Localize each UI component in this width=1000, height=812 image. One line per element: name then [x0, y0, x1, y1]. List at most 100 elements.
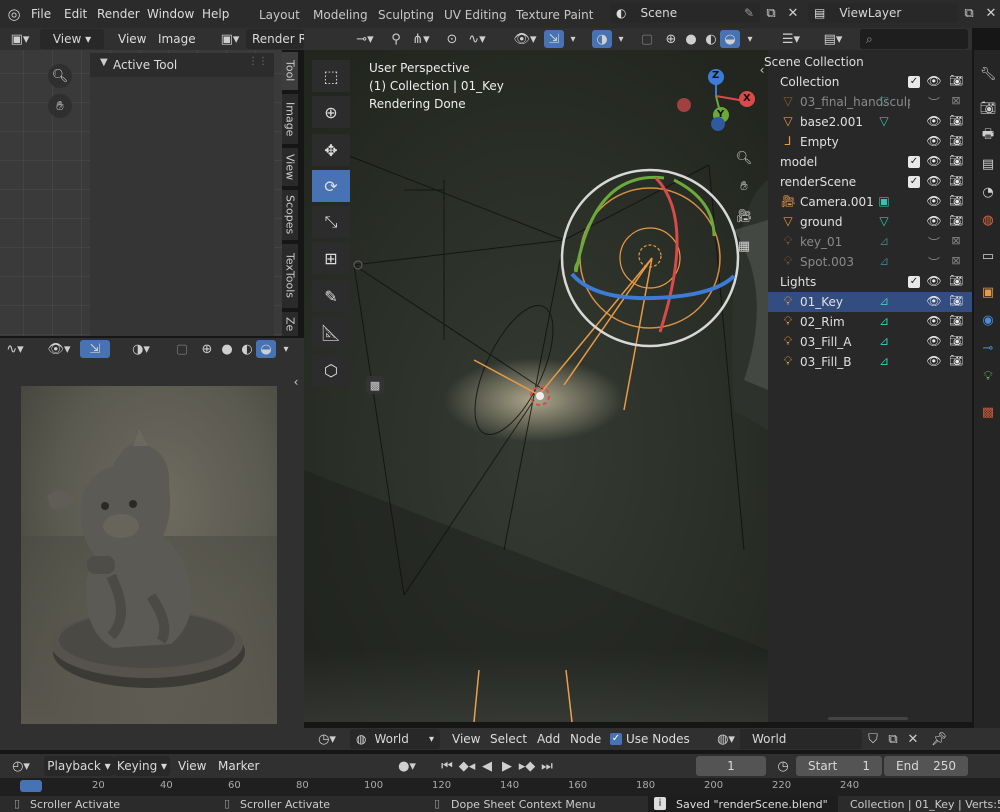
overlay-icon[interactable]: ◑▾ [126, 340, 156, 358]
outliner-row-03-fill-a[interactable]: 💡︎ 03_Fill_A ⊿ 👁︎ 📷︎ [768, 332, 972, 352]
add-cube-tool[interactable]: ⬡ [312, 354, 350, 386]
viewport-shading-render-icon[interactable]: ◒ [720, 30, 740, 48]
viewport-overlay-dropdown-icon[interactable]: ▾ [614, 30, 628, 48]
current-frame-field[interactable]: 1 [696, 756, 766, 776]
outliner-row-collection[interactable]: Collection ✓ 👁︎ 📷︎ [768, 72, 972, 92]
cursor-tool[interactable]: ⊕ [312, 96, 350, 128]
render-props-icon[interactable]: 📷︎ [978, 98, 998, 118]
link-icon[interactable]: ⊸▾ [350, 30, 380, 48]
render-camera-icon[interactable]: 📷︎ [948, 134, 964, 150]
render-camera-icon[interactable]: 📷︎ [948, 194, 964, 210]
node-menu-node[interactable]: Node [570, 727, 601, 751]
snap-icon[interactable]: ⚲ [386, 30, 406, 48]
visible-eye-icon[interactable]: 👁︎ [926, 274, 942, 290]
shader-type-dropdown[interactable]: ◍ World ▾ [350, 729, 440, 749]
scale-tool[interactable]: ⤡ [312, 206, 350, 238]
image-name-field[interactable]: Render Re... [246, 29, 304, 49]
world-props-icon[interactable]: ◍ [978, 210, 998, 230]
image-browse-icon[interactable]: ▣▾ [218, 30, 242, 48]
blender-logo-icon[interactable]: ◎ [4, 4, 24, 24]
fake-user-icon[interactable]: ⛉ [864, 730, 882, 748]
shading-render-icon[interactable]: ◒ [256, 340, 276, 358]
constraints-props-icon[interactable]: ⊸ [978, 338, 998, 358]
delete-viewlayer-icon[interactable]: ✕ [982, 4, 1000, 22]
transform-tool[interactable]: ⊞ [312, 242, 350, 274]
tab-scopes[interactable]: Scopes [282, 190, 298, 240]
new-scene-icon[interactable]: ⧉ [762, 4, 780, 22]
jump-start-icon[interactable]: ⏮ [438, 757, 456, 775]
object-props-icon[interactable]: ▣ [978, 282, 998, 302]
playback-dropdown[interactable]: Playback ▾ [44, 756, 114, 776]
render-camera-icon[interactable]: 📷︎ [948, 334, 964, 350]
light-data-icon[interactable]: ⊿ [876, 234, 892, 250]
viewport-zoom-icon[interactable]: 🔍︎ [732, 146, 756, 170]
unlink-world-icon[interactable]: ✕ [904, 730, 922, 748]
start-frame-field[interactable]: Start 1 [796, 756, 882, 776]
world-browse-icon[interactable]: ◍▾ [712, 730, 740, 748]
select-tool[interactable]: ⬚ [312, 60, 350, 92]
visible-eye-icon[interactable]: 👁︎ [926, 134, 942, 150]
menu-view[interactable]: View [118, 27, 146, 51]
render-camera-icon[interactable]: 📷︎ [948, 114, 964, 130]
visibility-icon[interactable]: 👁︎▾ [44, 340, 74, 358]
outliner-row-lights[interactable]: Lights ✓ 👁︎ 📷︎ [768, 272, 972, 292]
xray-icon[interactable]: ▢ [172, 340, 192, 358]
tab-view[interactable]: View [282, 148, 298, 186]
exclude-checkbox[interactable]: ✓ [908, 156, 920, 168]
render-camera-icon[interactable]: 📷︎ [948, 314, 964, 330]
render-camera-icon[interactable]: 📷︎ [948, 274, 964, 290]
falloff-icon[interactable]: ∿▾ [464, 30, 490, 48]
visible-eye-icon[interactable]: 👁︎ [926, 354, 942, 370]
outliner-row-03-fill-b[interactable]: 💡︎ 03_Fill_B ⊿ 👁︎ 📷︎ [768, 352, 972, 372]
mesh-data-icon[interactable]: ▽ [876, 214, 892, 230]
collapse-arrow-icon[interactable]: ▼ [100, 57, 108, 68]
mesh-data-icon[interactable]: ▽ [876, 94, 892, 110]
viewport-shading-wire-icon[interactable]: ⊕ [662, 30, 680, 48]
next-keyframe-icon[interactable]: ▸◆ [518, 757, 536, 775]
menu-file[interactable]: File [31, 2, 51, 26]
render-camera-icon[interactable]: 📷︎ [948, 294, 964, 310]
collapse-sidebar-icon[interactable]: ‹ [290, 374, 302, 390]
outliner-row-base2-001[interactable]: ▽ base2.001 ▽ 👁︎ 📷︎ [768, 112, 972, 132]
light-data-icon[interactable]: ⊿ [876, 294, 892, 310]
viewport-gizmo-icon[interactable]: ⇲ [544, 30, 564, 48]
node-menu-select[interactable]: Select [490, 727, 527, 751]
tool-settings-icon[interactable]: 🔧︎ [978, 64, 998, 84]
tab-layout[interactable]: Layout [259, 0, 300, 28]
timeline-menu-view[interactable]: View [178, 754, 206, 778]
outliner-row-01-key[interactable]: 💡︎ 01_Key ⊿ 👁︎ 📷︎ [768, 292, 972, 312]
node-menu-add[interactable]: Add [537, 727, 560, 751]
menu-render[interactable]: Render [97, 2, 140, 26]
record-icon[interactable]: ●▾ [392, 757, 422, 775]
use-nodes-checkbox[interactable]: ✓ [610, 733, 622, 745]
ortho-toggle-icon[interactable]: ▦ [732, 234, 756, 258]
preview-range-icon[interactable]: ◷ [774, 757, 792, 775]
prev-keyframe-icon[interactable]: ◆◂ [458, 757, 476, 775]
jump-end-icon[interactable]: ⏭ [538, 757, 556, 775]
tab-textools[interactable]: TexTools [282, 244, 298, 308]
render-disabled-icon[interactable]: ⊠ [948, 94, 964, 110]
tab-ze[interactable]: Ze [282, 312, 298, 336]
gizmo-icon[interactable]: ⇲ [80, 340, 110, 358]
physics-props-icon[interactable]: ◉ [978, 310, 998, 330]
viewport-shading-solid-icon[interactable]: ● [682, 30, 700, 48]
render-camera-icon[interactable]: 📷︎ [948, 214, 964, 230]
annotate-tool[interactable]: ✎ [312, 280, 350, 312]
visible-eye-icon[interactable]: 👁︎ [926, 74, 942, 90]
scene-selector[interactable]: ◐ Scene ✎ [610, 3, 760, 23]
outliner-row-key-01[interactable]: 💡︎ key_01 ⊿ ︶ ⊠ [768, 232, 972, 252]
exclude-checkbox[interactable]: ✓ [908, 176, 920, 188]
panel-title[interactable]: Active Tool [113, 58, 177, 72]
play-icon[interactable]: ▶ [498, 757, 516, 775]
outliner-row-empty[interactable]: ⅃ Empty 👁︎ 📷︎ [768, 132, 972, 152]
zoom-icon[interactable]: 🔍︎ [48, 64, 72, 88]
render-camera-icon[interactable]: 📷︎ [948, 74, 964, 90]
light-data-icon[interactable]: ⊿ [876, 314, 892, 330]
outliner-row-03-final-handsculpte[interactable]: ▽03_final_handsculpte▽︶⊠ [768, 92, 972, 112]
viewlayer-selector[interactable]: ▤ ViewLayer [808, 3, 958, 23]
outliner-row-renderscene[interactable]: renderScene ✓ 👁︎ 📷︎ [768, 172, 972, 192]
playhead[interactable] [20, 780, 42, 792]
delete-scene-icon[interactable]: ✕ [784, 4, 802, 22]
editor-type-icon[interactable]: ▣▾ [6, 30, 34, 48]
view-layer-props-icon[interactable]: ▤ [978, 154, 998, 174]
